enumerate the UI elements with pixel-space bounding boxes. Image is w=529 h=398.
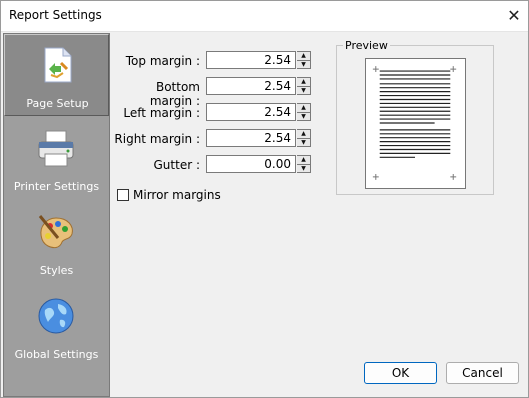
preview-page [365, 58, 466, 189]
sidebar-item-printer-settings[interactable]: Printer Settings [4, 118, 109, 200]
gutter-stepper: 0.00 ▲ ▼ [206, 155, 312, 175]
sidebar-item-global-settings[interactable]: Global Settings [4, 286, 109, 368]
left-margin-input[interactable]: 2.54 [206, 103, 296, 121]
up-arrow-icon[interactable]: ▲ [297, 104, 310, 113]
close-button[interactable]: ✕ [499, 0, 529, 31]
sidebar-item-label: Global Settings [14, 348, 99, 361]
sidebar-item-styles[interactable]: Styles [4, 202, 109, 284]
up-arrow-icon[interactable]: ▲ [297, 130, 310, 139]
left-margin-row: Left margin : [112, 103, 200, 123]
printer-icon [38, 130, 74, 167]
top-margin-label: Top margin : [125, 54, 200, 68]
sidebar-item-label: Page Setup [26, 97, 89, 110]
preview-label: Preview [343, 39, 390, 52]
right-margin-input[interactable]: 2.54 [206, 129, 296, 147]
right-margin-stepper: 2.54 ▲ ▼ [206, 129, 312, 149]
left-margin-label: Left margin : [123, 106, 200, 120]
close-icon: ✕ [507, 6, 521, 25]
right-margin-row: Right margin : [112, 129, 200, 149]
bottom-margin-input[interactable]: 2.54 [206, 77, 296, 95]
window-title: Report Settings [9, 8, 102, 22]
top-margin-stepper: 2.54 ▲ ▼ [206, 51, 312, 71]
up-arrow-icon[interactable]: ▲ [297, 156, 310, 165]
down-arrow-icon[interactable]: ▼ [297, 113, 310, 121]
up-arrow-icon[interactable]: ▲ [297, 52, 310, 61]
down-arrow-icon[interactable]: ▼ [297, 139, 310, 147]
mirror-margins-checkbox[interactable] [117, 189, 129, 201]
page-setup-icon [44, 47, 72, 83]
down-arrow-icon[interactable]: ▼ [297, 61, 310, 69]
sidebar-item-page-setup[interactable]: Page Setup [4, 34, 109, 116]
gutter-label: Gutter : [153, 158, 201, 172]
right-margin-label: Right margin : [114, 132, 200, 146]
up-arrow-icon[interactable]: ▲ [297, 78, 310, 87]
sidebar-item-label: Styles [39, 264, 74, 277]
left-margin-stepper: 2.54 ▲ ▼ [206, 103, 312, 123]
top-margin-input[interactable]: 2.54 [206, 51, 296, 69]
bottom-margin-row: Bottom margin : [112, 77, 200, 108]
top-margin-row: Top margin : [112, 51, 200, 71]
down-arrow-icon[interactable]: ▼ [297, 165, 310, 173]
gutter-input[interactable]: 0.00 [206, 155, 296, 173]
bottom-margin-stepper: 2.54 ▲ ▼ [206, 77, 312, 97]
globe-icon [38, 298, 74, 334]
cancel-button[interactable]: Cancel [446, 362, 519, 384]
gutter-row: Gutter : [112, 155, 201, 175]
sidebar: Page Setup Printer Settings Styles Globa… [3, 33, 110, 397]
sidebar-item-label: Printer Settings [13, 180, 100, 193]
preview-group: Preview [336, 39, 494, 195]
ok-button[interactable]: OK [364, 362, 437, 384]
mirror-margins-label: Mirror margins [133, 188, 221, 202]
down-arrow-icon[interactable]: ▼ [297, 87, 310, 95]
palette-icon [38, 215, 73, 249]
title-bar: Report Settings ✕ [0, 0, 529, 32]
